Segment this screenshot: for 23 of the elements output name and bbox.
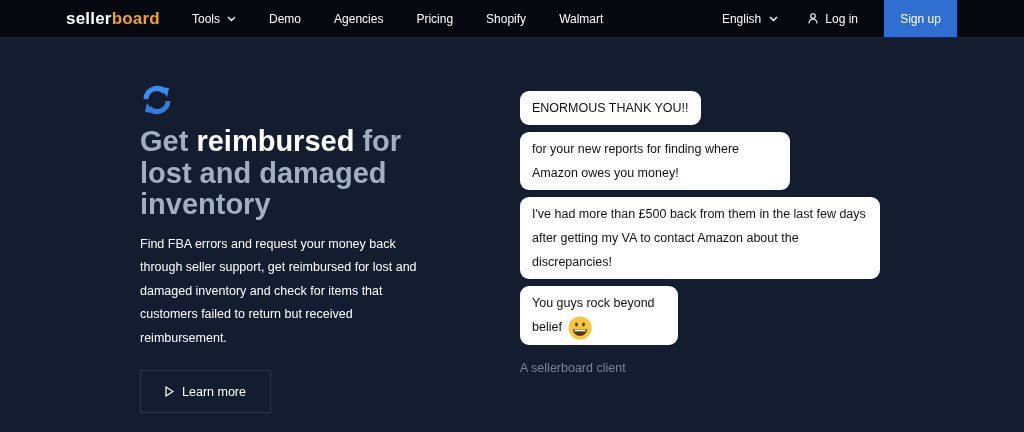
nav-link[interactable]: Tools xyxy=(190,11,238,26)
play-icon xyxy=(165,386,175,397)
chat-bubble: ENORMOUS THANK YOU!! xyxy=(520,91,701,125)
nav-link[interactable]: Pricing xyxy=(414,11,456,26)
logo[interactable]: sellerboard xyxy=(66,8,190,29)
nav-link[interactable]: Agencies xyxy=(332,11,386,26)
caret-icon xyxy=(769,15,779,22)
hero-heading: Get reimbursed for lost and damaged inventory xyxy=(140,126,403,221)
nav-link[interactable]: Walmart xyxy=(557,11,606,26)
chat-bubble: You guys rock beyond belief xyxy=(520,286,678,345)
language-selector[interactable]: English xyxy=(721,11,779,26)
user-icon xyxy=(808,13,819,24)
hero-description: Find FBA errors and request your money back through seller support, get reimbursed for lost and damaged inventory and check for items that customers failed to return but received reimbursement. xyxy=(140,235,418,347)
nav-link[interactable]: Shopify xyxy=(484,11,529,26)
signup-button[interactable]: Sign up xyxy=(884,0,957,37)
login-link[interactable]: Log in xyxy=(808,11,858,26)
caret-icon xyxy=(227,15,236,22)
testimonial-author: A sellerboard client xyxy=(520,360,626,375)
learn-more-button[interactable]: Learn more xyxy=(140,370,271,413)
grinning-emoji-icon xyxy=(567,315,592,340)
nav-link[interactable]: Demo xyxy=(267,11,304,26)
chat-bubble: I've had more than £500 back from them in the last few days after getting my VA to contact Amazon about the discrepancies! xyxy=(520,197,880,279)
chat-bubble: for your new reports for finding where Amazon owes you money! xyxy=(520,132,790,190)
